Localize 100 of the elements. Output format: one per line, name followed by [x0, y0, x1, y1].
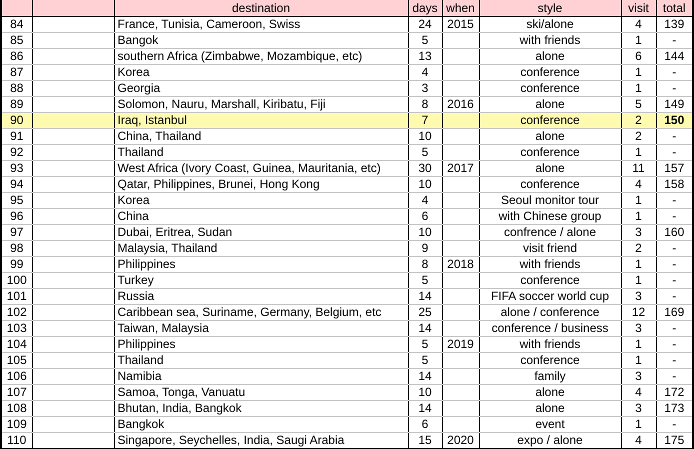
table-cell: Georgia	[114, 80, 408, 96]
table-cell: 160	[656, 224, 693, 240]
row-number: 107	[1, 384, 32, 400]
table-cell: confrence / alone	[479, 224, 621, 240]
table-cell: 158	[656, 176, 693, 192]
table-cell: 3	[621, 224, 656, 240]
table-cell: Thailand	[114, 352, 408, 368]
row-number: 103	[1, 320, 32, 336]
table-cell: ski/alone	[479, 16, 621, 32]
table-cell: FIFA soccer world cup	[479, 288, 621, 304]
row-number: 101	[1, 288, 32, 304]
row-number: 94	[1, 176, 32, 192]
table-cell: Namibia	[114, 368, 408, 384]
table-cell: with Chinese group	[479, 208, 621, 224]
table-cell: 10	[408, 224, 442, 240]
table-cell: 6	[621, 48, 656, 64]
table-cell: 10	[408, 176, 442, 192]
column-header: destination	[114, 0, 408, 16]
table-cell: with friends	[479, 32, 621, 48]
table-cell: 1	[621, 144, 656, 160]
table-cell: Dubai, Eritrea, Sudan	[114, 224, 408, 240]
table-cell: 13	[408, 48, 442, 64]
row-number: 88	[1, 80, 32, 96]
table-cell: southern Africa (Zimbabwe, Mozambique, etc)	[114, 48, 408, 64]
table-cell: 10	[408, 384, 442, 400]
table-cell: alone	[479, 48, 621, 64]
column-header: total	[656, 0, 693, 16]
table-cell: alone	[479, 400, 621, 416]
table-cell: 172	[656, 384, 693, 400]
table-cell: with friends	[479, 336, 621, 352]
table-cell: 25	[408, 304, 442, 320]
table-cell: 14	[408, 400, 442, 416]
table-cell: 3	[408, 80, 442, 96]
table-cell: France, Tunisia, Cameroon, Swiss	[114, 16, 408, 32]
column-header: days	[408, 0, 442, 16]
column-header: when	[442, 0, 479, 16]
table-cell: conference	[479, 176, 621, 192]
table-cell: Samoa, Tonga, Vanuatu	[114, 384, 408, 400]
row-number: 87	[1, 64, 32, 80]
table-cell: 14	[408, 320, 442, 336]
table-cell: 2018	[442, 256, 479, 272]
table-cell: 2	[621, 128, 656, 144]
table-cell: 3	[621, 320, 656, 336]
table-cell: conference	[479, 144, 621, 160]
row-number: 108	[1, 400, 32, 416]
row-number: 99	[1, 256, 32, 272]
table-cell: conference	[479, 64, 621, 80]
table-cell: conference	[479, 352, 621, 368]
table-cell: alone	[479, 128, 621, 144]
table-cell: 6	[408, 416, 442, 432]
row-number: 91	[1, 128, 32, 144]
table-cell: 150	[656, 112, 693, 128]
table-cell: family	[479, 368, 621, 384]
table-cell: 4	[408, 64, 442, 80]
table-cell: 3	[621, 288, 656, 304]
table-cell: 5	[408, 352, 442, 368]
table-cell: 1	[621, 64, 656, 80]
table-cell: 3	[621, 400, 656, 416]
table-cell: alone	[479, 384, 621, 400]
table-cell: Iraq, Istanbul	[114, 112, 408, 128]
table-cell: conference / business	[479, 320, 621, 336]
table-cell: 8	[408, 256, 442, 272]
table-cell: Philippines	[114, 256, 408, 272]
table-cell: 9	[408, 240, 442, 256]
table-cell: 157	[656, 160, 693, 176]
table-cell: Korea	[114, 192, 408, 208]
table-cell: 1	[621, 80, 656, 96]
table-cell: 24	[408, 16, 442, 32]
table-cell: Thailand	[114, 144, 408, 160]
table-cell: conference	[479, 112, 621, 128]
table-cell: Qatar, Philippines, Brunei, Hong Kong	[114, 176, 408, 192]
table-cell: 4	[621, 16, 656, 32]
table-cell: with friends	[479, 256, 621, 272]
table-cell: 14	[408, 368, 442, 384]
table-cell: 2	[621, 112, 656, 128]
row-number: 95	[1, 192, 32, 208]
table-cell: 5	[408, 272, 442, 288]
table-cell: Bangok	[114, 32, 408, 48]
table-cell: Bhutan, India, Bangkok	[114, 400, 408, 416]
table-cell: 12	[621, 304, 656, 320]
table-cell: 1	[621, 416, 656, 432]
row-number: 96	[1, 208, 32, 224]
row-number: 109	[1, 416, 32, 432]
table-cell: 10	[408, 128, 442, 144]
table-cell: 3	[621, 368, 656, 384]
table-cell: 1	[621, 272, 656, 288]
row-number: 84	[1, 16, 32, 32]
row-number: 90	[1, 112, 32, 128]
table-cell: 173	[656, 400, 693, 416]
table-cell: 4	[408, 192, 442, 208]
table-cell: 5	[408, 336, 442, 352]
table-cell: event	[479, 416, 621, 432]
table-cell: Malaysia, Thailand	[114, 240, 408, 256]
table-cell: China, Thailand	[114, 128, 408, 144]
row-number: 105	[1, 352, 32, 368]
table-cell: West Africa (Ivory Coast, Guinea, Mauritania, etc)	[114, 160, 408, 176]
row-number: 106	[1, 368, 32, 384]
table-cell: Bangkok	[114, 416, 408, 432]
table-cell: alone	[479, 160, 621, 176]
table-cell: 1	[621, 208, 656, 224]
